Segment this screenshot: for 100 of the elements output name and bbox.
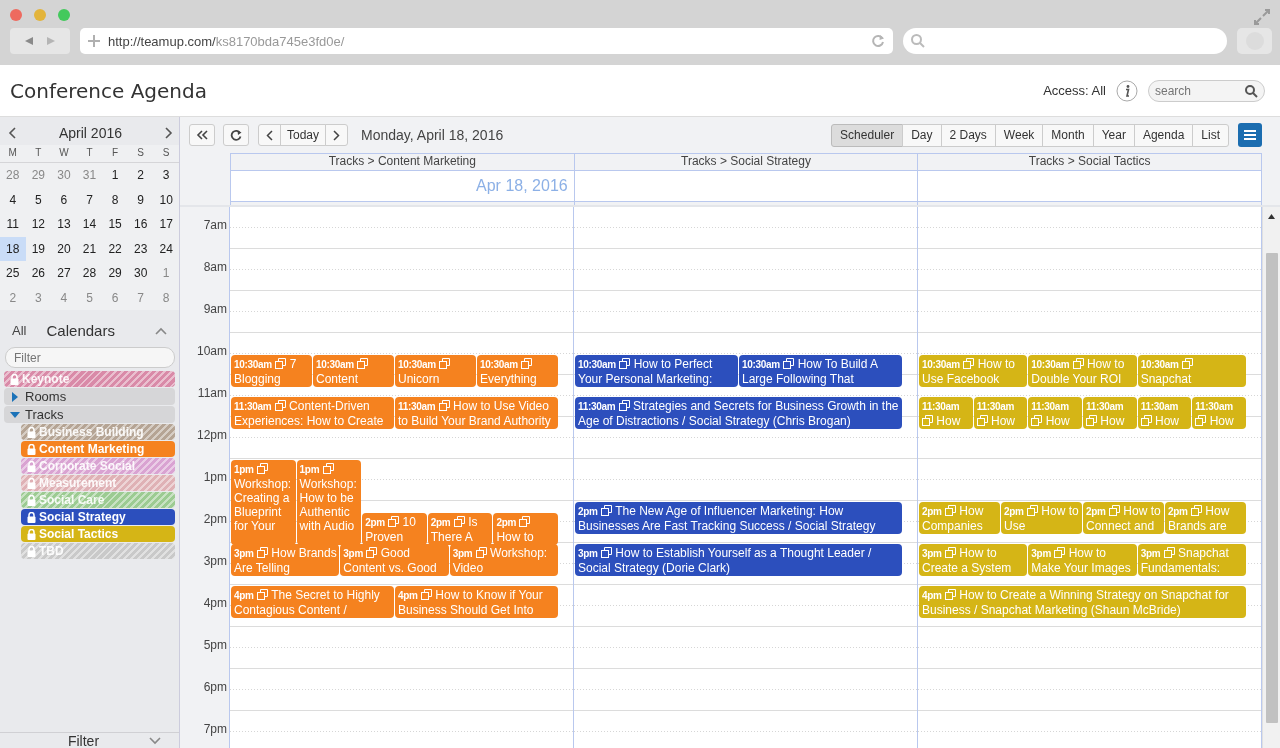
calendar-day[interactable]: 7	[127, 285, 154, 310]
calendar-item[interactable]: Business Building	[21, 424, 175, 440]
calendar-day[interactable]: 9	[127, 187, 154, 212]
calendar-day[interactable]: 21	[76, 236, 103, 261]
calendar-day[interactable]: 18	[0, 236, 26, 261]
filter-panel[interactable]: Filter	[0, 732, 179, 748]
event-chip[interactable]: 2pm The New Age of Influencer Marketing: How Businesses Are Fast Tracking Success / Social Strategy	[575, 502, 902, 534]
calendar-item[interactable]: Social Tactics	[21, 526, 175, 542]
all-link[interactable]: All	[12, 323, 27, 338]
calendar-day[interactable]: 16	[127, 212, 154, 237]
view-tab[interactable]: Day	[902, 123, 942, 147]
view-tab[interactable]: 2 Days	[940, 123, 996, 147]
calendar-day[interactable]: 1	[153, 261, 179, 286]
event-chip[interactable]: 10:30am How to Use Facebook	[919, 355, 1028, 387]
calendar-day[interactable]: 23	[127, 236, 154, 261]
event-chip[interactable]: 1pm Workshop: Creating a Blueprint for Your	[231, 460, 296, 545]
event-chip[interactable]: 11:30am How	[1028, 397, 1082, 429]
view-tab[interactable]: Week	[994, 123, 1044, 147]
event-chip[interactable]: 11:30am How	[1137, 397, 1192, 429]
calendar-day[interactable]: 25	[0, 261, 26, 286]
calendar-day[interactable]: 10	[153, 187, 179, 212]
calendar-day[interactable]: 29	[25, 163, 52, 188]
calendar-day[interactable]: 13	[51, 212, 77, 237]
view-tab[interactable]: Scheduler	[831, 123, 904, 147]
event-chip[interactable]: 2pm How to Use	[1001, 502, 1082, 534]
event-chip[interactable]: 10:30am 7 Blogging	[231, 355, 312, 387]
event-chip[interactable]: 10:30am How to Perfect Your Personal Marketing:	[575, 355, 738, 387]
calendar-item[interactable]: Corporate Social	[21, 458, 175, 474]
event-chip[interactable]: 11:30am Content-Driven Experiences: How to Create	[231, 397, 394, 429]
event-chip[interactable]: 10:30am How To Build A Large Following That	[739, 355, 902, 387]
view-tab[interactable]: Month	[1042, 123, 1094, 147]
calendar-day[interactable]: 30	[51, 163, 77, 188]
event-chip[interactable]: 2pm How Brands are	[1165, 502, 1246, 534]
address-bar[interactable]: http://teamup.com/ks8170bda745e3fd0e/	[80, 28, 893, 54]
calendar-day[interactable]: 7	[76, 187, 103, 212]
filter-field[interactable]: Filter	[5, 347, 175, 368]
calendar-day[interactable]: 24	[153, 236, 179, 261]
event-chip[interactable]: 3pm Good Content vs. Good	[340, 544, 449, 576]
calendar-day[interactable]: 3	[153, 163, 179, 188]
calendar-item[interactable]: Social Strategy	[21, 509, 175, 525]
event-chip[interactable]: 11:30am How	[973, 397, 1028, 429]
calendar-item[interactable]: Keynote	[4, 371, 175, 387]
view-tab[interactable]: List	[1192, 123, 1229, 147]
calendar-day[interactable]: 19	[25, 236, 52, 261]
event-chip[interactable]: 3pm Snapchat Fundamentals:	[1137, 544, 1246, 576]
event-chip[interactable]: 10:30am How to Double Your ROI	[1028, 355, 1137, 387]
calendar-day[interactable]: 14	[76, 212, 103, 237]
calendar-day[interactable]: 5	[76, 285, 103, 310]
calendar-item[interactable]: Content Marketing	[21, 441, 175, 457]
calendar-day[interactable]: 5	[25, 187, 52, 212]
calendar-day[interactable]: 28	[0, 163, 26, 188]
event-chip[interactable]: 3pm Workshop: Video	[449, 544, 558, 576]
calendar-item[interactable]: Social Care	[21, 492, 175, 508]
calendar-day[interactable]: 26	[25, 261, 52, 286]
event-chip[interactable]: 2pm Is There A	[427, 513, 493, 545]
event-chip[interactable]: 1pm Workshop: How to be Authentic with Audio	[296, 460, 362, 545]
event-chip[interactable]: 11:30am How	[1083, 397, 1137, 429]
calendar-group[interactable]: Rooms	[4, 388, 175, 405]
calendar-day[interactable]: 6	[102, 285, 128, 310]
event-chip[interactable]: 4pm How to Know if Your Business Should Get Into	[395, 586, 558, 618]
calendar-day[interactable]: 1	[102, 163, 128, 188]
event-chip[interactable]: 2pm How to	[493, 513, 558, 545]
calendar-day[interactable]: 8	[153, 285, 179, 310]
calendar-day[interactable]: 2	[127, 163, 154, 188]
event-chip[interactable]: 11:30am How	[919, 397, 973, 429]
calendar-day[interactable]: 17	[153, 212, 179, 237]
event-chip[interactable]: 3pm How to Create a System	[919, 544, 1028, 576]
event-chip[interactable]: 2pm How to Connect and	[1083, 502, 1164, 534]
event-chip[interactable]: 11:30am How to Use Video to Build Your Brand Authority	[395, 397, 558, 429]
event-chip[interactable]: 10:30am Snapchat	[1137, 355, 1246, 387]
view-tab[interactable]: Agenda	[1133, 123, 1194, 147]
event-chip[interactable]: 2pm 10 Proven	[362, 513, 427, 545]
calendar-day[interactable]: 2	[0, 285, 26, 310]
calendar-day[interactable]: 27	[51, 261, 77, 286]
calendar-day[interactable]: 11	[0, 212, 26, 237]
event-chip[interactable]: 4pm The Secret to Highly Contagious Content /	[231, 586, 394, 618]
event-chip[interactable]: 11:30am Strategies and Secrets for Business Growth in the Age of Distractions / Social Strategy (Chris Brogan)	[575, 397, 902, 429]
event-chip[interactable]: 11:30am How	[1192, 397, 1247, 429]
calendar-day[interactable]: 8	[102, 187, 128, 212]
calendar-day[interactable]: 12	[25, 212, 52, 237]
event-chip[interactable]: 3pm How to Establish Yourself as a Thought Leader / Social Strategy (Dorie Clark)	[575, 544, 902, 576]
calendar-day[interactable]: 15	[102, 212, 128, 237]
event-chip[interactable]: 4pm How to Create a Winning Strategy on Snapchat for Business / Snapchat Marketing (Shaun McBride)	[919, 586, 1246, 618]
event-chip[interactable]: 10:30am Content	[313, 355, 394, 387]
calendar-day[interactable]: 20	[51, 236, 77, 261]
calendar-day[interactable]: 4	[0, 187, 26, 212]
calendar-day[interactable]: 22	[102, 236, 128, 261]
search-field[interactable]: search	[1148, 79, 1265, 102]
event-chip[interactable]: 2pm How Companies	[919, 502, 1000, 534]
calendar-day[interactable]: 31	[76, 163, 103, 188]
event-chip[interactable]: 3pm How to Make Your Images	[1028, 544, 1137, 576]
event-chip[interactable]: 3pm How Brands Are Telling	[231, 544, 340, 576]
view-tab[interactable]: Year	[1092, 123, 1135, 147]
calendar-group[interactable]: Tracks	[4, 406, 175, 423]
calendar-day[interactable]: 3	[25, 285, 52, 310]
event-chip[interactable]: 10:30am Everything	[477, 355, 558, 387]
calendar-day[interactable]: 30	[127, 261, 154, 286]
calendar-day[interactable]: 28	[76, 261, 103, 286]
event-chip[interactable]: 10:30am Unicorn	[395, 355, 476, 387]
calendar-day[interactable]: 4	[51, 285, 77, 310]
